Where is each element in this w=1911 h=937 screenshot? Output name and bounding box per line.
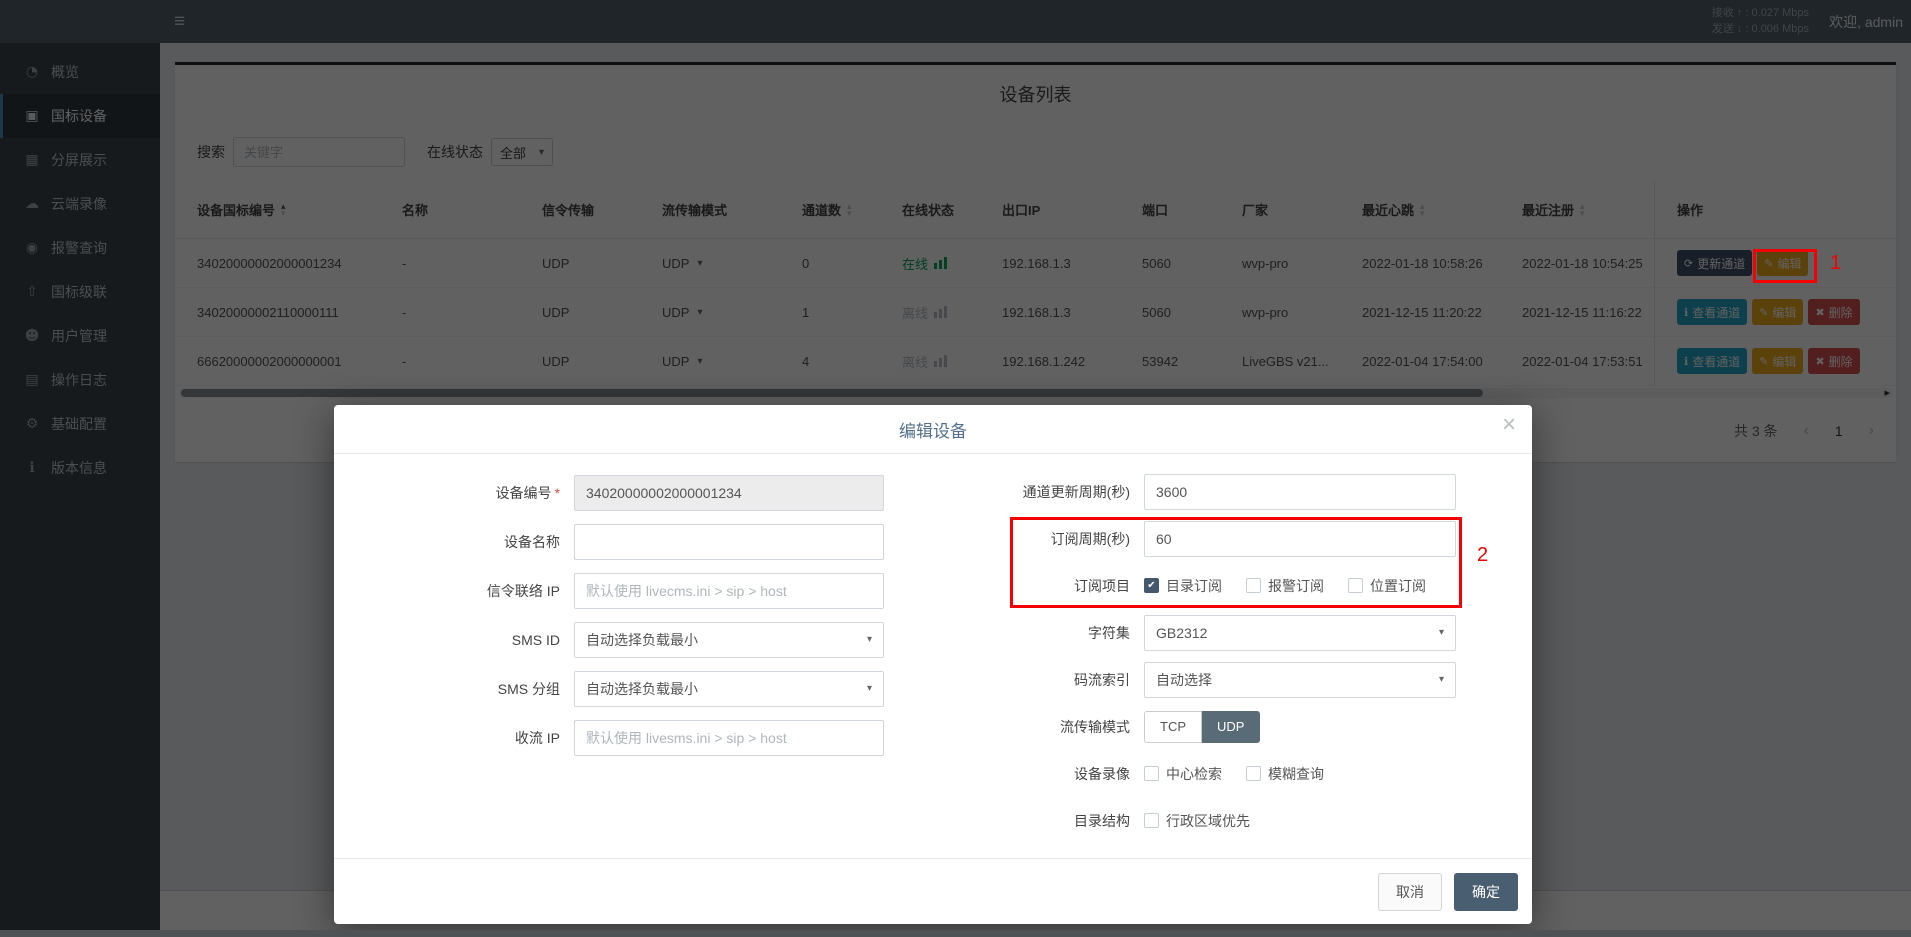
device-record-label: 设备录像 bbox=[914, 764, 1144, 784]
sip-contact-ip-field[interactable] bbox=[574, 573, 884, 609]
stream-ip-label: 收流 IP bbox=[374, 728, 574, 748]
chevron-down-icon: ▾ bbox=[867, 683, 872, 694]
annotation-number-1: 1 bbox=[1830, 252, 1841, 275]
close-icon[interactable]: × bbox=[1502, 413, 1516, 437]
modal-header: 编辑设备 × bbox=[334, 405, 1532, 454]
stream-transport-label: 流传输模式 bbox=[914, 717, 1144, 737]
sms-id-select[interactable]: 自动选择负载最小▾ bbox=[574, 622, 884, 658]
admin-region-first-checkbox[interactable]: 行政区域优先 bbox=[1144, 811, 1250, 831]
fuzzy-query-checkbox[interactable]: 模糊查询 bbox=[1246, 764, 1324, 784]
form-row-catalog-structure: 目录结构 行政区域优先 bbox=[914, 797, 1470, 844]
center-search-checkbox[interactable]: 中心检索 bbox=[1144, 764, 1222, 784]
sip-contact-ip-label: 信令联络 IP bbox=[374, 581, 574, 601]
form-row-channel-refresh-period: 通道更新周期(秒) bbox=[914, 468, 1470, 515]
stream-index-select[interactable]: 自动选择▾ bbox=[1144, 662, 1456, 698]
required-asterisk: * bbox=[555, 485, 560, 501]
chevron-down-icon: ▾ bbox=[867, 634, 872, 645]
form-row-stream-transport: 流传输模式TCPUDP bbox=[914, 703, 1470, 750]
charset-label: 字符集 bbox=[914, 623, 1144, 643]
checkbox-icon bbox=[1144, 766, 1159, 781]
stream-transport-tcp-button[interactable]: TCP bbox=[1144, 711, 1202, 743]
device-name-field[interactable] bbox=[574, 524, 884, 560]
edit-device-modal: 编辑设备 × 设备编号*设备名称信令联络 IPSMS ID自动选择负载最小▾SM… bbox=[334, 405, 1532, 924]
channel-refresh-period-field[interactable] bbox=[1144, 474, 1456, 510]
stream-ip-field[interactable] bbox=[574, 720, 884, 756]
catalog-structure-label: 目录结构 bbox=[914, 811, 1144, 831]
checkbox-label: 模糊查询 bbox=[1268, 764, 1324, 784]
sms-group-select[interactable]: 自动选择负载最小▾ bbox=[574, 671, 884, 707]
form-row-sip-contact-ip: 信令联络 IP bbox=[374, 566, 884, 615]
form-row-device-record: 设备录像 中心检索 模糊查询 bbox=[914, 750, 1470, 797]
charset-select[interactable]: GB2312▾ bbox=[1144, 615, 1456, 651]
form-row-sms-id: SMS ID自动选择负载最小▾ bbox=[374, 615, 884, 664]
device-name-label: 设备名称 bbox=[374, 532, 574, 552]
stream-index-label: 码流索引 bbox=[914, 670, 1144, 690]
form-row-stream-ip: 收流 IP bbox=[374, 713, 884, 762]
device-id-label: 设备编号* bbox=[374, 483, 574, 503]
modal-footer: 取消 确定 bbox=[334, 858, 1532, 924]
checkbox-icon bbox=[1144, 813, 1159, 828]
form-row-device-name: 设备名称 bbox=[374, 517, 884, 566]
annotation-box-1 bbox=[1753, 249, 1817, 283]
cancel-button[interactable]: 取消 bbox=[1378, 873, 1442, 911]
chevron-down-icon: ▾ bbox=[1439, 627, 1444, 638]
window-horizontal-scrollbar[interactable] bbox=[0, 930, 1911, 937]
stream-transport-toggle: TCPUDP bbox=[1144, 711, 1260, 743]
sms-group-label: SMS 分组 bbox=[374, 679, 574, 699]
chevron-down-icon: ▾ bbox=[1439, 674, 1444, 685]
checkbox-label: 行政区域优先 bbox=[1166, 811, 1250, 831]
checkbox-label: 中心检索 bbox=[1166, 764, 1222, 784]
ok-button[interactable]: 确定 bbox=[1454, 873, 1518, 911]
annotation-box-2 bbox=[1010, 517, 1462, 608]
stream-transport-udp-button[interactable]: UDP bbox=[1202, 711, 1260, 743]
sms-id-label: SMS ID bbox=[374, 632, 574, 648]
modal-title: 编辑设备 bbox=[899, 417, 967, 442]
form-row-device-id: 设备编号* bbox=[374, 468, 884, 517]
channel-refresh-period-label: 通道更新周期(秒) bbox=[914, 482, 1144, 502]
checkbox-icon bbox=[1246, 766, 1261, 781]
form-row-charset: 字符集GB2312▾ bbox=[914, 609, 1470, 656]
device-record-group: 中心检索 模糊查询 bbox=[1144, 764, 1324, 784]
device-id-field bbox=[574, 475, 884, 511]
catalog-structure-group: 行政区域优先 bbox=[1144, 811, 1250, 831]
form-row-stream-index: 码流索引自动选择▾ bbox=[914, 656, 1470, 703]
annotation-number-2: 2 bbox=[1477, 544, 1488, 567]
form-row-sms-group: SMS 分组自动选择负载最小▾ bbox=[374, 664, 884, 713]
modal-body: 设备编号*设备名称信令联络 IPSMS ID自动选择负载最小▾SMS 分组自动选… bbox=[334, 454, 1532, 844]
